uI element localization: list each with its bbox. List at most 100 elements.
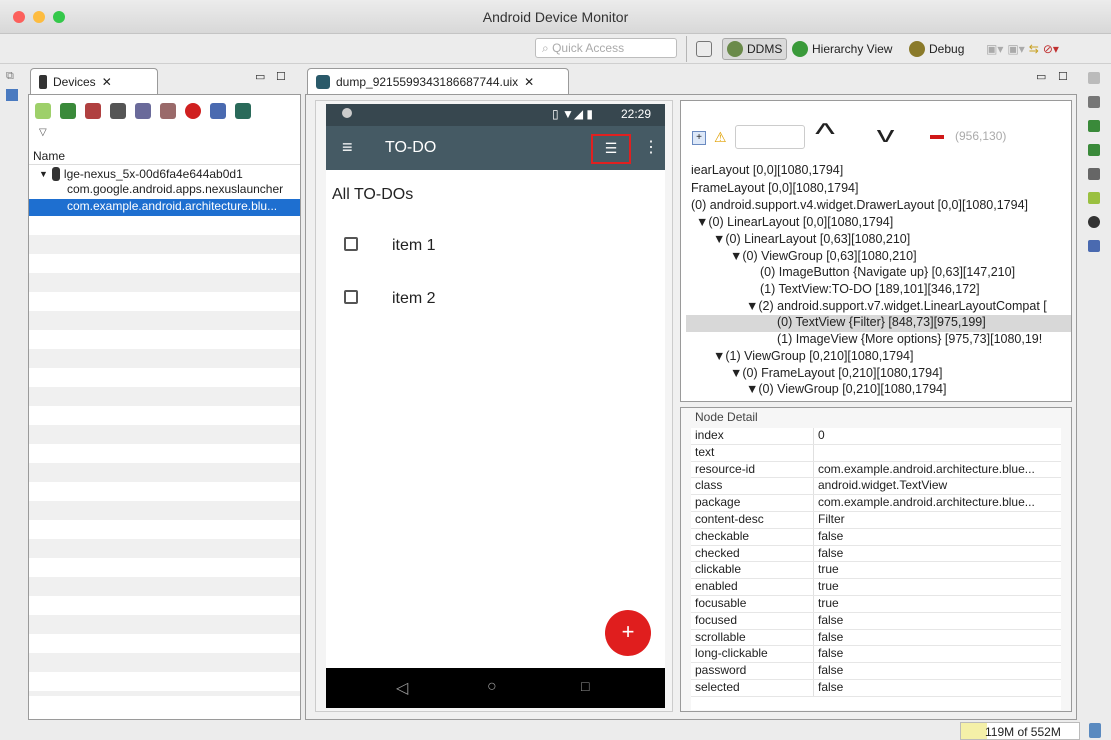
console-icon[interactable] [6, 89, 18, 101]
expand-icon[interactable]: ▼ [39, 169, 48, 179]
detail-row: password false [691, 663, 1061, 680]
view-menu-icon[interactable]: ▽ [29, 127, 300, 149]
tab-devices[interactable]: Devices ✕ [30, 68, 158, 94]
hierarchy-tree: iearLayout [0,0][1080,1794] FrameLayout … [681, 165, 1071, 401]
dump-view-hierarchy-icon[interactable] [235, 103, 251, 119]
toolbar-extra-buttons[interactable]: ▣▾ ▣▾ ⇆ ⊘▾ [982, 38, 1063, 60]
detail-row: clickable true [691, 562, 1061, 580]
heap-usage-fill [961, 723, 987, 739]
tree-expand-icon[interactable]: ▼ [746, 299, 758, 313]
left-trim: ⧉ [6, 70, 22, 110]
tree-expand-icon[interactable]: ▼ [730, 366, 742, 380]
recents-icon[interactable]: □ [581, 678, 589, 694]
update-heap-icon[interactable] [60, 103, 76, 119]
debug-perspective-button[interactable]: Debug [905, 38, 968, 60]
tree-expand-icon[interactable]: ▼ [746, 382, 758, 396]
tab-dump[interactable]: dump_9215599343186687744.uix ✕ [307, 68, 569, 94]
detail-row: class android.widget.TextView [691, 478, 1061, 496]
open-perspective-button[interactable] [692, 38, 716, 60]
minimize-editor-icon[interactable]: ▭ [1036, 70, 1046, 83]
tree-node[interactable]: iearLayout [0,0][1080,1794] [691, 165, 843, 177]
coordinates-readout: (956,130) [955, 129, 1007, 143]
heap-status[interactable]: 119M of 552M [960, 722, 1080, 740]
tree-expand-icon[interactable]: ▼ [713, 232, 725, 246]
hierarchy-icon [792, 41, 808, 57]
tree-node[interactable]: ▼(0) LinearLayout [0,0][1080,1794] [696, 215, 893, 229]
tree-expand-icon[interactable]: ▼ [696, 215, 708, 229]
devices-panel: ▽ Name ▼ lge-nexus_5x-00d6fa4e644ab0d1 co… [28, 94, 301, 720]
home-icon[interactable]: ○ [487, 678, 497, 696]
detail-row: package com.example.android.architecture.… [691, 495, 1061, 512]
restore-icon[interactable] [1088, 72, 1100, 84]
back-icon[interactable]: ◁ [396, 678, 408, 698]
tree-node-selected[interactable]: (0) TextView {Filter} [848,73][975,199] [686, 315, 1071, 332]
tree-node[interactable]: (0) ImageButton {Navigate up} [0,63][147… [760, 265, 1015, 279]
ddms-icon [727, 41, 743, 57]
emulator-control-icon[interactable] [1088, 216, 1100, 228]
ddms-perspective-button[interactable]: DDMS [722, 38, 788, 60]
maximize-editor-icon[interactable]: ☐ [1058, 70, 1068, 83]
system-info-icon[interactable] [1088, 240, 1100, 252]
allocation-tracker-icon[interactable] [1088, 144, 1100, 156]
status-icons: ▯ ▼◢ ▮ [552, 107, 593, 121]
name-column-header[interactable]: Name [29, 149, 300, 165]
detail-row: checked false [691, 545, 1061, 563]
network-icon[interactable] [1088, 168, 1100, 180]
restore-icon[interactable]: ⧉ [6, 70, 22, 83]
minimize-view-icon[interactable]: ▭ [255, 70, 265, 83]
gc-icon[interactable] [110, 103, 126, 119]
dump-hprof-icon[interactable] [85, 103, 101, 119]
process-row-selected[interactable]: com.example.android.architecture.blu... [29, 199, 300, 216]
menu-icon[interactable]: ≡ [342, 137, 353, 158]
tree-node[interactable]: (1) TextView:TO-DO [189,101][346,172] [760, 282, 980, 296]
tree-node[interactable]: (1) ImageView {More options} [975,73][10… [777, 332, 1042, 346]
item-checkbox[interactable] [344, 237, 358, 251]
close-tab-icon[interactable]: ✕ [102, 75, 112, 89]
tree-expand-icon[interactable]: ▼ [730, 249, 742, 263]
warning-icon[interactable]: ⚠ [714, 129, 727, 146]
detail-row: long-clickable false [691, 646, 1061, 664]
close-tab-icon[interactable]: ✕ [524, 75, 534, 89]
nav-bar: ◁ ○ □ [326, 668, 665, 708]
list-heading: All TO-DOs [332, 186, 414, 203]
tree-node[interactable]: FrameLayout [0,0][1080,1794] [691, 181, 858, 195]
device-row[interactable]: ▼ lge-nexus_5x-00d6fa4e644ab0d1 [29, 165, 300, 182]
next-node-icon[interactable]: v [877, 122, 895, 148]
debug-process-icon[interactable] [35, 103, 51, 119]
more-options-icon[interactable]: ⋮ [643, 137, 659, 157]
heap-icon[interactable] [1088, 120, 1100, 132]
add-task-fab[interactable]: + [605, 610, 651, 656]
node-detail-table: index 0 text resource-id com.example.andro… [691, 428, 1061, 710]
method-profiling-icon[interactable] [160, 103, 176, 119]
search-field[interactable] [735, 125, 805, 149]
android-icon[interactable] [1088, 192, 1100, 204]
tree-expand-icon[interactable]: ▼ [713, 349, 725, 363]
filter-icon[interactable]: ☰ [591, 134, 631, 164]
tree-node[interactable]: ▼(1) ViewGroup [0,210][1080,1794] [713, 349, 913, 363]
quick-access-input[interactable]: ⌕ Quick Access [535, 38, 677, 58]
collapse-icon[interactable] [930, 135, 944, 139]
screen-capture-icon[interactable] [210, 103, 226, 119]
todo-item[interactable]: item 1 [392, 237, 436, 255]
notification-icon [342, 108, 352, 118]
update-threads-icon[interactable] [135, 103, 151, 119]
maximize-view-icon[interactable]: ☐ [276, 70, 286, 83]
process-row[interactable]: com.google.android.apps.nexuslauncher [29, 182, 300, 199]
arrows-icon: ⇆ [1028, 42, 1039, 56]
previous-node-icon[interactable]: ^ [815, 118, 835, 152]
stop-process-icon[interactable] [185, 103, 201, 119]
trash-icon[interactable] [1089, 723, 1101, 738]
todo-item[interactable]: item 2 [392, 290, 436, 308]
item-checkbox[interactable] [344, 290, 358, 304]
tree-node[interactable]: ▼(2) android.support.v7.widget.LinearLay… [746, 299, 1047, 313]
tree-node[interactable]: (0) android.support.v4.widget.DrawerLayo… [691, 198, 1028, 212]
hierarchy-view-button[interactable]: Hierarchy View [788, 38, 896, 60]
tree-node[interactable]: ▼(0) LinearLayout [0,63][1080,210] [713, 232, 910, 246]
threads-icon[interactable] [1088, 96, 1100, 108]
empty-list-rows [29, 216, 300, 696]
tree-node[interactable]: ▼(0) FrameLayout [0,210][1080,1794] [730, 366, 943, 380]
tree-node[interactable]: ▼(0) ViewGroup [0,210][1080,1794] [746, 382, 946, 396]
detail-row: resource-id com.example.android.architect… [691, 461, 1061, 479]
tree-node[interactable]: ▼(0) ViewGroup [0,63][1080,210] [730, 249, 917, 263]
expand-all-icon[interactable]: + [692, 131, 706, 145]
